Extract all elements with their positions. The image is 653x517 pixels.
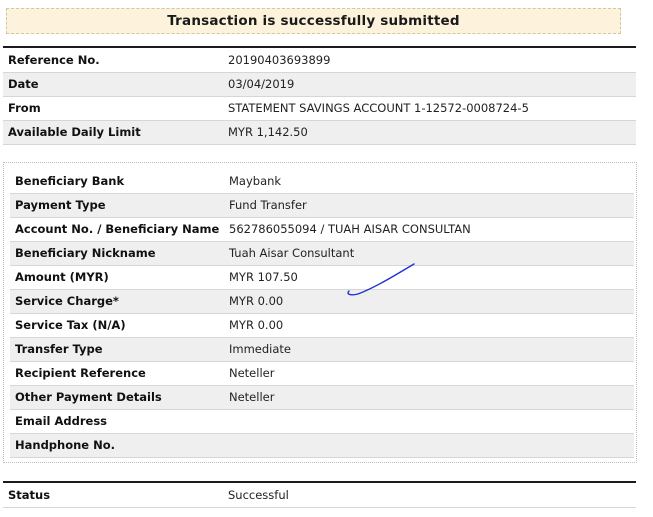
row-beneficiary-nickname: Beneficiary Nickname Tuah Aisar Consulta… (10, 241, 634, 266)
payment-type-value: Fund Transfer (229, 193, 634, 218)
date-value: 03/04/2019 (228, 72, 636, 97)
row-account-beneficiary: Account No. / Beneficiary Name 562786055… (10, 217, 634, 242)
row-other-payment-details: Other Payment Details Neteller (10, 385, 634, 410)
handphone-no-label: Handphone No. (10, 433, 229, 458)
from-value: STATEMENT SAVINGS ACCOUNT 1-12572-000872… (228, 96, 636, 121)
row-beneficiary-bank: Beneficiary Bank Maybank (10, 169, 634, 194)
recipient-reference-value: Neteller (229, 361, 634, 386)
row-service-charge: Service Charge* MYR 0.00 (10, 289, 634, 314)
email-address-label: Email Address (10, 409, 229, 434)
transfer-details-section: Beneficiary Bank Maybank Payment Type Fu… (3, 162, 637, 463)
status-value: Successful (228, 483, 636, 508)
beneficiary-nickname-label: Beneficiary Nickname (10, 241, 229, 266)
beneficiary-bank-label: Beneficiary Bank (10, 169, 229, 194)
row-payment-type: Payment Type Fund Transfer (10, 193, 634, 218)
other-payment-details-value: Neteller (229, 385, 634, 410)
row-available-limit: Available Daily Limit MYR 1,142.50 (3, 120, 636, 145)
account-beneficiary-label: Account No. / Beneficiary Name (10, 217, 229, 242)
other-payment-details-label: Other Payment Details (10, 385, 229, 410)
status-section: Status Successful (3, 481, 636, 508)
account-beneficiary-value: 562786055094 / TUAH AISAR CONSULTAN (229, 217, 634, 242)
status-label: Status (3, 483, 228, 508)
success-message: Transaction is successfully submitted (167, 13, 460, 29)
row-recipient-reference: Recipient Reference Neteller (10, 361, 634, 386)
service-charge-label: Service Charge* (10, 289, 229, 314)
date-label: Date (3, 72, 228, 97)
account-info-section: Reference No. 20190403693899 Date 03/04/… (3, 46, 636, 145)
reference-no-value: 20190403693899 (228, 48, 636, 73)
row-status: Status Successful (3, 483, 636, 508)
row-email-address: Email Address (10, 409, 634, 434)
row-handphone-no: Handphone No. (10, 433, 634, 458)
from-label: From (3, 96, 228, 121)
service-tax-value: MYR 0.00 (229, 313, 634, 338)
available-limit-label: Available Daily Limit (3, 120, 228, 145)
payment-type-label: Payment Type (10, 193, 229, 218)
available-limit-value: MYR 1,142.50 (228, 120, 636, 145)
service-charge-value: MYR 0.00 (229, 289, 634, 314)
recipient-reference-label: Recipient Reference (10, 361, 229, 386)
row-date: Date 03/04/2019 (3, 72, 636, 97)
beneficiary-nickname-value: Tuah Aisar Consultant (229, 241, 634, 266)
transfer-type-value: Immediate (229, 337, 634, 362)
row-transfer-type: Transfer Type Immediate (10, 337, 634, 362)
success-banner: Transaction is successfully submitted (6, 8, 621, 34)
row-service-tax: Service Tax (N/A) MYR 0.00 (10, 313, 634, 338)
checkmark-scribble-icon (347, 263, 415, 296)
row-amount: Amount (MYR) MYR 107.50 (10, 265, 634, 290)
transfer-type-label: Transfer Type (10, 337, 229, 362)
beneficiary-bank-value: Maybank (229, 169, 634, 194)
row-from: From STATEMENT SAVINGS ACCOUNT 1-12572-0… (3, 96, 636, 121)
reference-no-label: Reference No. (3, 48, 228, 73)
amount-label: Amount (MYR) (10, 265, 229, 290)
email-address-value (229, 409, 634, 434)
amount-value: MYR 107.50 (229, 265, 634, 290)
row-reference-no: Reference No. 20190403693899 (3, 48, 636, 73)
handphone-no-value (229, 433, 634, 458)
service-tax-label: Service Tax (N/A) (10, 313, 229, 338)
